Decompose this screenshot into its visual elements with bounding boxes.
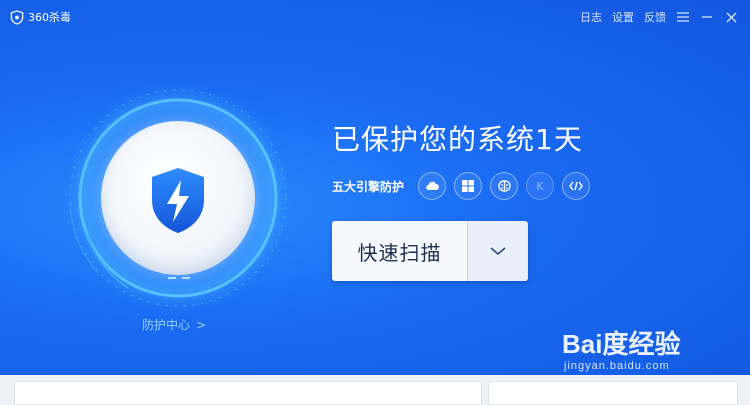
protection-center-label: 防护中心 <box>142 318 191 332</box>
app-title: 360杀毒 <box>28 11 71 24</box>
minimize-icon[interactable] <box>700 10 714 24</box>
windows-engine-icon[interactable] <box>454 172 483 200</box>
settings-link[interactable]: 设置 <box>612 9 634 25</box>
title-bar: 360杀毒 日志 设置 反馈 <box>0 0 750 34</box>
protection-center-link[interactable]: 防护中心 > <box>142 316 206 333</box>
chevron-right-icon: > <box>196 317 207 332</box>
shield-bolt-icon <box>152 168 204 233</box>
chevron-down-icon <box>490 247 506 256</box>
watermark-logo-text: Bai度经验 <box>562 329 681 359</box>
watermark-url: jingyan.baidu.com <box>564 360 670 372</box>
quick-scan-button[interactable]: 快速扫描 <box>332 221 467 281</box>
feedback-link[interactable]: 反馈 <box>644 9 666 25</box>
bottom-panel <box>0 375 750 405</box>
log-link[interactable]: 日志 <box>580 9 602 25</box>
protection-dial[interactable] <box>58 78 298 318</box>
brain-engine-icon[interactable] <box>490 172 519 200</box>
status-headline: 已保护您的系统1天 <box>332 123 583 156</box>
quick-scan-button-group: 快速扫描 <box>332 221 528 281</box>
title-actions: 日志 设置 反馈 <box>580 9 738 25</box>
shield-logo-icon <box>10 9 24 25</box>
k-engine-icon[interactable]: K <box>526 172 555 200</box>
menu-icon[interactable] <box>676 10 690 24</box>
scan-options-dropdown[interactable] <box>468 221 528 281</box>
close-icon[interactable] <box>724 10 738 24</box>
cloud-engine-icon[interactable] <box>418 172 447 200</box>
engines-label: 五大引擎防护 <box>332 179 405 194</box>
baidu-watermark: Bai度经验 jingyan.baidu.com <box>562 318 722 375</box>
main-window: 360杀毒 日志 设置 反馈 防护中心 > 已保护您的系统1天 五大引擎防护 K… <box>0 0 750 375</box>
bottom-card-right <box>488 381 738 405</box>
engine-list: 五大引擎防护 K <box>332 172 591 200</box>
app-logo: 360杀毒 <box>10 9 71 25</box>
bottom-card-left <box>14 381 482 405</box>
code-engine-icon[interactable] <box>562 172 591 200</box>
